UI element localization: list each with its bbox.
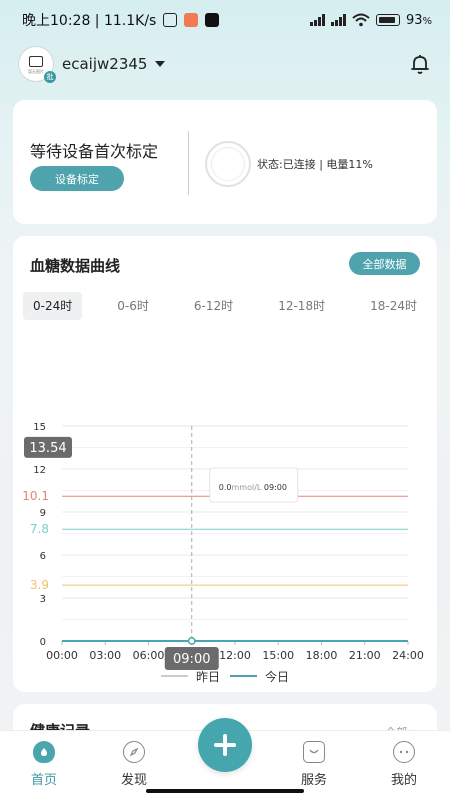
x-tick-label: 15:00: [262, 649, 294, 662]
y-tick-label: 9: [40, 508, 46, 519]
tiktok-icon: [205, 13, 220, 27]
image-placeholder-icon: [29, 55, 43, 67]
bell-icon[interactable]: [408, 52, 432, 76]
max-label: 13.54: [29, 441, 66, 456]
battery-icon: [375, 14, 400, 26]
divider: [188, 131, 189, 195]
notification-icon-orange: [184, 13, 199, 27]
chevron-down-icon[interactable]: [155, 61, 166, 67]
y-tick-label: 15: [33, 422, 46, 433]
device-status: 状态:已连接 | 电量11%: [257, 158, 373, 171]
status-bar: 晚上10:28 | 11.1K/s 93%: [0, 0, 450, 40]
crosshair-point: [187, 637, 196, 645]
x-tick-label: 21:00: [349, 649, 381, 662]
device-icon: [205, 141, 251, 187]
signal-icon-2: [330, 14, 346, 26]
profile-face-icon: [393, 741, 415, 763]
reference-line-label: 3.9: [30, 578, 49, 592]
wifi-icon: [352, 13, 370, 27]
legend-label: 今日: [265, 669, 289, 684]
tab-profile[interactable]: 我的: [374, 741, 434, 788]
status-time-speed: 晚上10:28 | 11.1K/s: [22, 13, 157, 29]
x-tick-label: 12:00: [219, 649, 251, 662]
device-title: 等待设备首次标定: [30, 142, 159, 161]
compass-icon: [123, 741, 145, 763]
avatar-badge: 批: [44, 71, 56, 83]
home-indicator: [146, 789, 304, 793]
legend-label: 昨日: [196, 670, 220, 684]
notification-icon-n: [163, 13, 178, 27]
add-record-button[interactable]: [198, 718, 252, 772]
tab-service[interactable]: 服务: [284, 741, 344, 788]
tooltip-text: 0.0mmol/L 09:00: [219, 483, 287, 492]
tab-profile-label: 我的: [390, 773, 417, 788]
x-tick-label: 24:00: [392, 649, 424, 662]
plus-icon-vertical: [223, 734, 227, 756]
chart-card: 血糖数据曲线 全部数据 0-24时 0-6时 6-12时 12-18时 18-2…: [13, 236, 437, 692]
y-tick-label: 6: [40, 551, 46, 562]
y-tick-label: 3: [40, 594, 46, 605]
battery-level: 93%: [405, 12, 432, 28]
x-tick-label: 06:00: [133, 649, 165, 662]
reference-line-label: 7.8: [30, 522, 49, 536]
crosshair-x-label: 09:00: [173, 652, 210, 667]
avatar[interactable]: 暂无图片 批: [18, 46, 56, 83]
header: 暂无图片 批 ecaijw2345: [0, 44, 450, 84]
glucose-chart[interactable]: 0 3 6 9 12 15 10.1 7.8 3.9 13.54 00:00 03:00 06:00 12…: [13, 236, 437, 692]
tab-home[interactable]: 首页: [14, 741, 74, 788]
y-tick-label: 12: [33, 465, 46, 476]
calibrate-button[interactable]: 设备标定: [30, 166, 124, 191]
tab-discover-label: 发现: [120, 773, 147, 788]
x-tick-label: 03:00: [89, 649, 121, 662]
service-icon: [303, 741, 325, 763]
avatar-caption: 暂无图片: [28, 69, 44, 74]
signal-icon-1: [309, 14, 325, 26]
y-tick-label: 0: [40, 637, 46, 648]
x-tick-label: 00:00: [46, 649, 78, 662]
tab-discover[interactable]: 发现: [104, 741, 164, 788]
x-tick-label: 18:00: [306, 649, 338, 662]
username[interactable]: ecaijw2345: [62, 55, 147, 73]
tab-home-label: 首页: [30, 773, 57, 788]
device-card: 等待设备首次标定 设备标定 状态:已连接 | 电量11%: [13, 100, 437, 224]
home-icon: [33, 741, 55, 763]
tab-service-label: 服务: [300, 773, 327, 788]
reference-line-label: 10.1: [22, 489, 49, 503]
